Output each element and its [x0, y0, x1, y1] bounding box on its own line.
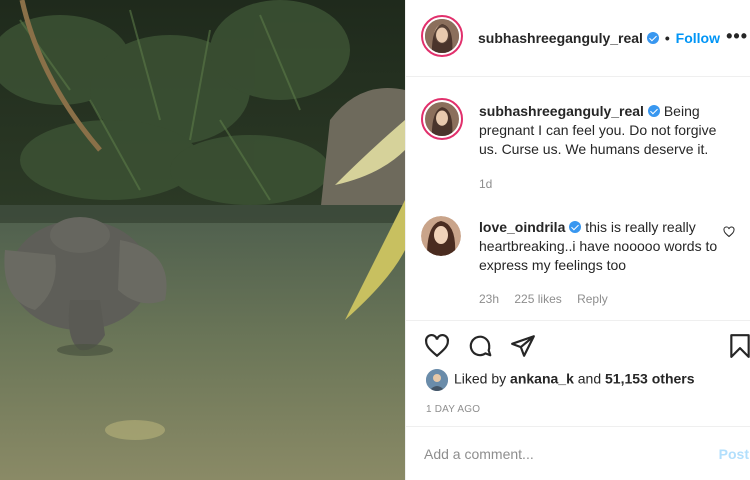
commenter-avatar[interactable] — [421, 216, 461, 256]
caption-avatar[interactable] — [421, 98, 463, 140]
like-comment-heart-icon[interactable] — [723, 226, 735, 238]
add-comment-input[interactable] — [424, 443, 684, 465]
caption-text-block: subhashreeganguly_real Being pregnant I … — [479, 102, 729, 159]
follow-button[interactable]: Follow — [676, 30, 720, 46]
liked-by-others[interactable]: 51,153 others — [605, 371, 695, 387]
caption-avatar-image — [425, 102, 459, 136]
liked-by-conjunction: and — [577, 370, 602, 387]
verified-badge-icon — [647, 105, 660, 117]
comment-time[interactable]: 23h — [479, 292, 499, 306]
post-image[interactable] — [0, 0, 405, 480]
commenter-avatar-image — [421, 216, 461, 256]
caption-time[interactable]: 1d — [479, 177, 492, 191]
comment-likes[interactable]: 225 likes — [514, 292, 561, 306]
comment-icon[interactable] — [467, 333, 493, 359]
liked-by-line: Liked by ankana_k and 51,153 others — [426, 369, 695, 391]
post-actions: Liked by ankana_k and 51,153 others 1 DA… — [406, 320, 750, 425]
caption-meta: 1d — [479, 177, 504, 191]
comments-list: subhashreeganguly_real Being pregnant I … — [406, 78, 750, 320]
header-user-line: subhashreeganguly_real • Follow — [478, 30, 720, 46]
post-timestamp[interactable]: 1 DAY AGO — [426, 404, 480, 415]
liked-by-prefix: Liked by — [454, 370, 507, 387]
post-comment-button[interactable]: Post — [719, 446, 749, 462]
author-avatar[interactable] — [421, 15, 463, 57]
liker-avatar-image — [426, 369, 448, 391]
liker-avatar[interactable] — [426, 369, 448, 391]
post-sidebar: subhashreeganguly_real • Follow ••• subh… — [405, 0, 750, 480]
share-icon[interactable] — [510, 333, 536, 359]
caption-username[interactable]: subhashreeganguly_real — [479, 103, 644, 119]
verified-badge-icon — [646, 32, 659, 44]
elephant-in-river-photo — [0, 0, 405, 480]
author-avatar-image — [425, 19, 459, 53]
bookmark-icon[interactable] — [727, 333, 750, 359]
reply-button[interactable]: Reply — [577, 292, 608, 306]
more-horizontal-icon[interactable]: ••• — [726, 26, 748, 47]
commenter-username[interactable]: love_oindrila — [479, 219, 565, 235]
liked-by-user[interactable]: ankana_k — [510, 371, 574, 387]
author-username[interactable]: subhashreeganguly_real — [478, 30, 643, 46]
add-comment-bar: Post — [406, 426, 750, 480]
verified-badge-icon — [569, 221, 582, 233]
heart-icon[interactable] — [424, 333, 450, 359]
post-header: subhashreeganguly_real • Follow ••• — [406, 0, 750, 77]
comment-meta: 23h 225 likes Reply — [479, 292, 620, 306]
comment-text-block: love_oindrila this is really really hear… — [479, 218, 729, 275]
separator-dot: • — [664, 30, 670, 46]
